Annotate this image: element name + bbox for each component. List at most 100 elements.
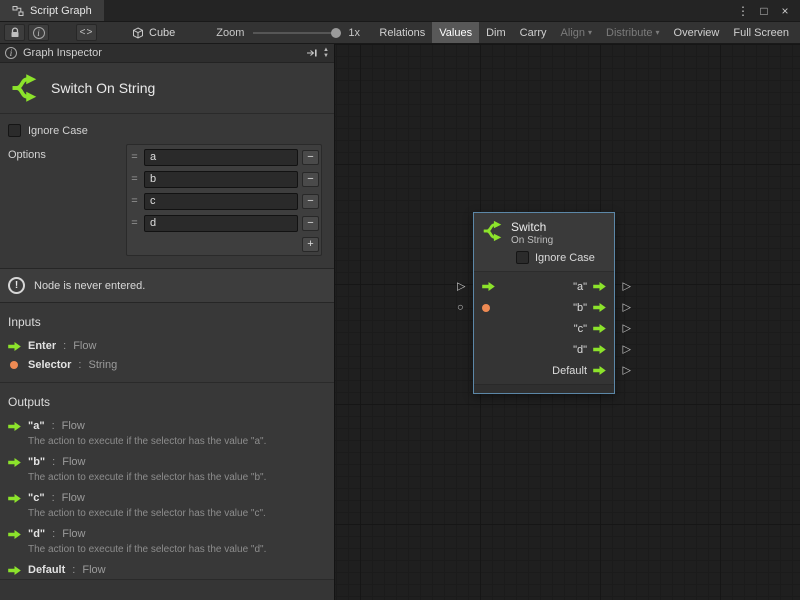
switch-on-string-node[interactable]: Switch On String Ignore Case ▷ "a" ▷ — [473, 212, 615, 394]
separator: : — [52, 528, 55, 540]
port-name: Selector — [28, 359, 71, 371]
flow-arrow-icon[interactable] — [593, 345, 606, 354]
flow-arrow-icon[interactable] — [593, 366, 606, 375]
panel-spinner[interactable]: ▲ ▼ — [323, 47, 329, 59]
add-option-button[interactable]: + — [302, 237, 319, 252]
separator: : — [52, 456, 55, 468]
separator: : — [72, 564, 75, 576]
unity-script-graph-window: Script Graph ⋮ □ × i <> Cube Zoom 1x Rel… — [0, 0, 800, 600]
value-dot-icon — [10, 361, 18, 369]
option-input[interactable] — [144, 215, 298, 232]
flow-port-icon[interactable]: ▷ — [457, 281, 465, 292]
zoom-slider[interactable] — [253, 26, 341, 40]
info-toggle-button[interactable]: i — [28, 24, 49, 41]
output-row: "a" : Flow — [0, 416, 334, 435]
option-row: = − — [129, 168, 319, 190]
kebab-menu-icon[interactable]: ⋮ — [736, 5, 750, 17]
node-port-row: ○ "b" ▷ — [474, 297, 614, 318]
port-name: "c" — [28, 492, 45, 504]
port-label: "c" — [574, 323, 587, 335]
graph-owner-label: Cube — [149, 27, 175, 39]
flow-arrow-icon[interactable] — [593, 303, 606, 312]
drag-handle-icon[interactable]: = — [129, 151, 140, 163]
remove-option-button[interactable]: − — [302, 216, 319, 231]
option-input[interactable] — [144, 149, 298, 166]
align-button[interactable]: Align ▾ — [554, 22, 599, 43]
unit-title-block: Switch On String — [0, 63, 334, 113]
port-type: Flow — [62, 528, 85, 540]
window-controls: ⋮ □ × — [736, 0, 800, 21]
option-row: = − — [129, 190, 319, 212]
node-ports: ▷ "a" ▷ ○ "b" ▷ — [474, 271, 614, 384]
chevron-down-icon: ▾ — [588, 28, 592, 37]
flow-port-icon[interactable]: ▷ — [623, 302, 631, 313]
port-description: The action to execute if the selector ha… — [0, 507, 334, 524]
graph-toolbar: i <> Cube Zoom 1x Relations Values Dim C… — [0, 22, 800, 44]
flow-arrow-icon[interactable] — [593, 324, 606, 333]
warning-icon: ! — [8, 277, 25, 294]
port-type: Flow — [62, 420, 85, 432]
remove-option-button[interactable]: − — [302, 172, 319, 187]
overview-button[interactable]: Overview — [667, 22, 727, 43]
distribute-button[interactable]: Distribute ▾ — [599, 22, 666, 43]
relations-button[interactable]: Relations — [372, 22, 432, 43]
distribute-label: Distribute — [606, 27, 652, 39]
separator: : — [52, 420, 55, 432]
flow-port-icon[interactable]: ▷ — [623, 323, 631, 334]
zoom-slider-track — [253, 32, 341, 34]
dim-button[interactable]: Dim — [479, 22, 513, 43]
separator: : — [52, 492, 55, 504]
flow-port-icon[interactable]: ▷ — [623, 281, 631, 292]
flow-arrow-icon[interactable] — [593, 282, 606, 291]
remove-option-button[interactable]: − — [302, 150, 319, 165]
node-ignore-case-checkbox[interactable] — [516, 251, 529, 264]
info-icon: i — [33, 27, 45, 39]
tab-label: Script Graph — [30, 5, 92, 17]
zoom-label: Zoom — [216, 27, 244, 39]
tab-script-graph[interactable]: Script Graph — [0, 0, 104, 21]
option-input[interactable] — [144, 193, 298, 210]
spin-down-icon[interactable]: ▼ — [323, 53, 329, 59]
selector-port-icon[interactable] — [482, 304, 490, 312]
dock-icon[interactable] — [306, 47, 318, 59]
port-label: Default — [552, 365, 587, 377]
fullscreen-button[interactable]: Full Screen — [726, 22, 796, 43]
port-label: "d" — [573, 344, 587, 356]
code-view-button[interactable]: <> — [76, 24, 97, 41]
zoom-slider-knob[interactable] — [331, 28, 341, 38]
value-port-icon[interactable]: ○ — [457, 302, 464, 313]
tab-bar: Script Graph ⋮ □ × — [0, 0, 800, 22]
inspector-header: i Graph Inspector ▲ ▼ — [0, 44, 334, 63]
input-row: Selector : String — [0, 355, 334, 374]
drag-handle-icon[interactable]: = — [129, 217, 140, 229]
carry-button[interactable]: Carry — [513, 22, 554, 43]
node-footer — [474, 384, 614, 393]
ignore-case-label: Ignore Case — [28, 125, 88, 137]
drag-handle-icon[interactable]: = — [129, 173, 140, 185]
option-input[interactable] — [144, 171, 298, 188]
maximize-icon[interactable]: □ — [757, 5, 771, 17]
node-port-row: "d" ▷ — [474, 339, 614, 360]
remove-option-button[interactable]: − — [302, 194, 319, 209]
ignore-case-row: Ignore Case — [0, 114, 334, 139]
separator: : — [63, 340, 66, 352]
drag-handle-icon[interactable]: = — [129, 195, 140, 207]
node-port-row: ▷ "a" ▷ — [474, 276, 614, 297]
separator: : — [78, 359, 81, 371]
unit-title: Switch On String — [51, 80, 155, 96]
ignore-case-checkbox[interactable] — [8, 124, 21, 137]
values-button[interactable]: Values — [432, 22, 479, 43]
node-port-row: Default ▷ — [474, 360, 614, 381]
close-icon[interactable]: × — [778, 5, 792, 17]
graph-owner-button[interactable]: Cube — [132, 27, 175, 39]
option-row: = − — [129, 212, 319, 234]
options-list: = − = − = − = − — [126, 144, 322, 256]
flow-port-icon[interactable]: ▷ — [623, 365, 631, 376]
port-name: "d" — [28, 528, 45, 540]
cube-icon — [132, 27, 144, 39]
lock-button[interactable] — [4, 24, 25, 41]
output-row: "c" : Flow — [0, 488, 334, 507]
node-header[interactable]: Switch On String — [474, 213, 614, 248]
enter-port-icon[interactable] — [482, 282, 495, 291]
flow-port-icon[interactable]: ▷ — [623, 344, 631, 355]
